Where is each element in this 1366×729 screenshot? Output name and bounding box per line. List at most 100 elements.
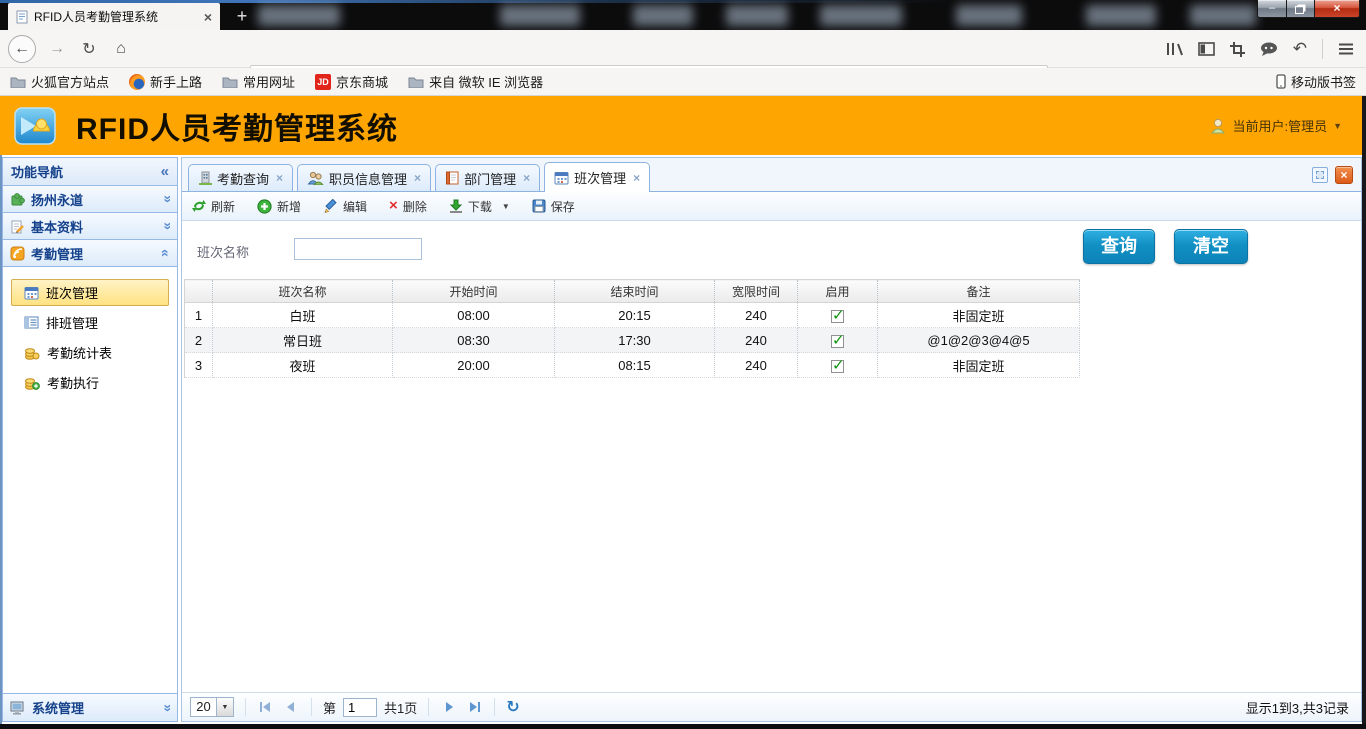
download-button[interactable]: 下载 ▼ (449, 198, 510, 215)
background-thumbnail (820, 5, 902, 26)
tab-attendance-query[interactable]: 考勤查询 × (188, 164, 293, 191)
restore-button[interactable] (1287, 0, 1315, 18)
sidebar-group-attendance[interactable]: 考勤管理 « (3, 240, 177, 267)
add-button[interactable]: 新增 (257, 198, 301, 215)
background-thumbnail (956, 5, 1022, 26)
bookmark-item[interactable]: JD 京东商城 (315, 72, 388, 91)
rss-icon (10, 246, 25, 261)
save-icon (532, 199, 546, 213)
workspace-tabstrip: 考勤查询 × 职员信息管理 × 部门管理 × 班次管理 × (182, 158, 1361, 192)
forward-button[interactable]: → (44, 30, 70, 68)
first-page-button[interactable] (257, 698, 275, 716)
new-tab-button[interactable]: + (230, 4, 254, 28)
prev-page-button[interactable] (282, 698, 300, 716)
tab-department[interactable]: 部门管理 × (435, 164, 540, 191)
browser-tab[interactable]: RFID人员考勤管理系统 × (8, 3, 220, 30)
download-caret-icon: ▼ (502, 202, 510, 211)
page-size-select[interactable]: 20 ▼ (190, 697, 234, 717)
undo-icon[interactable]: ↶ (1293, 39, 1307, 59)
menu-icon[interactable] (1338, 42, 1354, 56)
last-page-button[interactable] (465, 698, 483, 716)
favicon-document-icon (16, 10, 28, 24)
tab-close-icon[interactable]: × (633, 171, 640, 185)
tab-close-icon[interactable]: × (276, 171, 283, 185)
jd-icon: JD (315, 74, 331, 90)
tab-shift-management[interactable]: 班次管理 × (544, 162, 650, 192)
bookmark-item[interactable]: 来自 微软 IE 浏览器 (408, 72, 543, 91)
download-icon (449, 199, 463, 213)
bookmark-item[interactable]: 新手上路 (129, 72, 202, 91)
col-shift-name[interactable]: 班次名称 (213, 280, 393, 303)
col-grace-time[interactable]: 宽限时间 (715, 280, 798, 303)
tab-close-icon[interactable]: × (523, 171, 530, 185)
table-row[interactable]: 1 白班 08:00 20:15 240 ✓ 非固定班 (185, 303, 1080, 328)
edit-button[interactable]: 编辑 (323, 198, 367, 215)
enabled-checkbox[interactable]: ✓ (831, 310, 844, 323)
coins-plus-icon (24, 376, 40, 390)
bookmark-item[interactable]: 火狐官方站点 (10, 72, 109, 91)
next-page-button[interactable] (440, 698, 458, 716)
calendar-icon (24, 285, 39, 300)
minimize-button[interactable]: – (1257, 0, 1287, 18)
close-panel-button[interactable]: × (1335, 166, 1353, 184)
col-enabled[interactable]: 启用 (798, 280, 878, 303)
row-number-header[interactable] (185, 280, 213, 303)
library-icon[interactable] (1165, 41, 1183, 57)
mobile-bookmarks-item[interactable]: 移动版书签 (1276, 72, 1356, 91)
bookmark-item[interactable]: 常用网址 (222, 72, 295, 91)
app-header: RFID人员考勤管理系统 当前用户:管理员 ▼ (0, 96, 1366, 155)
home-icon: ⌂ (116, 40, 126, 58)
enabled-checkbox[interactable]: ✓ (831, 360, 844, 373)
back-button[interactable]: ← (6, 30, 38, 68)
col-end-time[interactable]: 结束时间 (555, 280, 715, 303)
sidebar-item-shift-management[interactable]: 班次管理 (11, 279, 169, 306)
chat-bubble-icon[interactable] (1260, 42, 1278, 57)
query-button[interactable]: 查询 (1083, 229, 1155, 264)
home-button[interactable]: ⌂ (108, 30, 134, 68)
page-number-input[interactable] (343, 698, 377, 717)
refresh-icon (192, 199, 206, 213)
folder-icon (408, 75, 424, 88)
folder-icon (222, 75, 238, 88)
notebook-icon (445, 171, 459, 185)
window-controls: – × (1257, 0, 1360, 18)
current-user-menu[interactable]: 当前用户:管理员 ▼ (1210, 96, 1342, 155)
reload-icon: ↻ (82, 39, 95, 59)
reload-grid-icon[interactable]: ↻ (506, 697, 519, 717)
close-window-button[interactable]: × (1315, 0, 1360, 18)
collapse-sidebar-icon[interactable]: « (161, 163, 169, 180)
tab-staff-info[interactable]: 职员信息管理 × (297, 164, 431, 191)
save-button[interactable]: 保存 (532, 198, 575, 215)
refresh-button[interactable]: 刷新 (192, 198, 235, 215)
check-icon: ✓ (832, 306, 845, 324)
reload-button[interactable]: ↻ (76, 30, 102, 68)
screenshot-crop-icon[interactable] (1230, 42, 1245, 57)
sidebar-item-schedule-management[interactable]: 排班管理 (11, 309, 169, 336)
clear-button[interactable]: 清空 (1174, 229, 1248, 264)
col-start-time[interactable]: 开始时间 (393, 280, 555, 303)
sidebar-item-attendance-stats[interactable]: 考勤统计表 (11, 339, 169, 366)
maximize-panel-button[interactable] (1312, 167, 1328, 183)
enabled-checkbox[interactable]: ✓ (831, 335, 844, 348)
table-row[interactable]: 3 夜班 20:00 08:15 240 ✓ 非固定班 (185, 353, 1080, 378)
sidebar: 功能导航 « 扬州永道 « 基本资料 « 考勤管理 « (2, 157, 178, 722)
shift-name-input[interactable] (294, 238, 422, 260)
delete-button[interactable]: × 删除 (389, 198, 427, 215)
sidebar-toggle-icon[interactable] (1198, 42, 1215, 56)
col-remark[interactable]: 备注 (878, 280, 1080, 303)
tab-close-icon[interactable]: × (204, 9, 212, 25)
sidebar-group-system[interactable]: 系统管理 « (3, 694, 177, 721)
sidebar-group-yangzhou[interactable]: 扬州永道 « (3, 186, 177, 213)
bookmarks-bar: 火狐官方站点 新手上路 常用网址 JD 京东商城 来自 微软 IE 浏览器 移动… (0, 68, 1366, 96)
sidebar-title: 功能导航 « (3, 158, 177, 186)
table-row[interactable]: 2 常日班 08:30 17:30 240 ✓ @1@2@3@4@5 (185, 328, 1080, 353)
content-area: 功能导航 « 扬州永道 « 基本资料 « 考勤管理 « (0, 155, 1366, 729)
background-thumbnail (1190, 5, 1256, 26)
tab-close-icon[interactable]: × (414, 171, 421, 185)
browser-tab-title: RFID人员考勤管理系统 (34, 8, 198, 25)
background-thumbnail (500, 5, 580, 26)
sidebar-group-basic-data[interactable]: 基本资料 « (3, 213, 177, 240)
shift-table: 班次名称 开始时间 结束时间 宽限时间 启用 备注 1 白班 08:00 20:… (184, 279, 1080, 378)
sidebar-submenu: 班次管理 排班管理 考勤统计表 考勤执行 (3, 267, 177, 693)
sidebar-item-attendance-exec[interactable]: 考勤执行 (11, 369, 169, 396)
